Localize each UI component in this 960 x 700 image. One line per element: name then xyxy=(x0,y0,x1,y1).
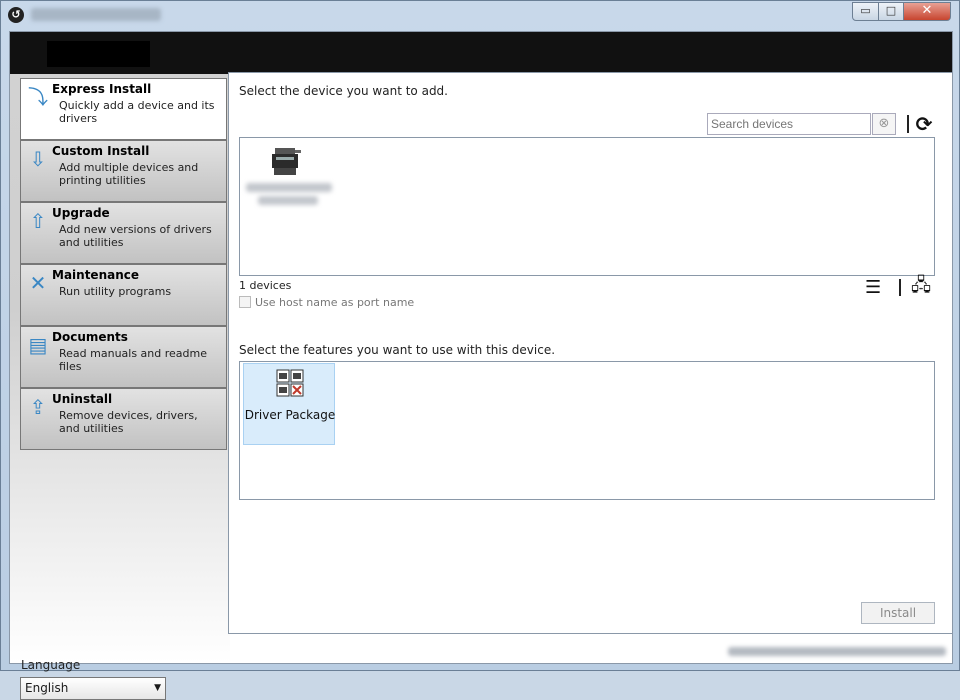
nav-description: Quickly add a device and its drivers xyxy=(59,99,215,125)
uninstall-icon: ⇪ xyxy=(29,395,47,419)
nav-express-install[interactable]: ⤵ Express Install Quickly add a device a… xyxy=(20,78,227,140)
nav-title: Custom Install xyxy=(52,144,150,158)
toolbar-divider xyxy=(907,115,909,133)
host-name-label: Use host name as port name xyxy=(255,296,415,309)
maintenance-tools-icon: ✕ xyxy=(29,271,47,295)
device-name-blurred xyxy=(246,183,332,192)
select-features-label: Select the features you want to use with… xyxy=(239,343,556,357)
nav-description: Remove devices, drivers, and utilities xyxy=(59,409,198,435)
window-title-blurred xyxy=(31,8,161,21)
printer-device[interactable] xyxy=(268,146,308,178)
nav-maintenance[interactable]: ✕ Maintenance Run utility programs xyxy=(20,264,227,326)
nav-description: Add new versions of drivers and utilitie… xyxy=(59,223,212,249)
list-view-icon[interactable]: ☰ xyxy=(865,278,881,298)
printer-icon xyxy=(272,148,301,175)
nav-upgrade[interactable]: ⇧ Upgrade Add new versions of drivers an… xyxy=(20,202,227,264)
language-value: English xyxy=(25,681,69,695)
back-arrow-circle-icon[interactable]: ↺ xyxy=(8,7,24,23)
install-button[interactable]: Install xyxy=(861,602,935,624)
language-select[interactable]: English ▼ xyxy=(20,677,166,700)
installer-window: ↺ ▭ □ ✕ ⤵ Express Install Quickly add a … xyxy=(0,0,960,700)
chevron-down-icon: ▼ xyxy=(154,683,161,693)
network-devices-icon[interactable]: 🖧 xyxy=(911,276,931,296)
minimize-button[interactable]: ▭ xyxy=(852,2,879,21)
clear-search-icon[interactable]: ⊗ xyxy=(872,113,896,135)
nav-title: Documents xyxy=(52,330,128,344)
maximize-button[interactable]: □ xyxy=(878,2,904,21)
nav-description: Run utility programs xyxy=(59,285,172,298)
custom-install-icon: ⇩ xyxy=(29,147,47,171)
feature-list[interactable]: Driver Package xyxy=(239,361,935,500)
title-bar[interactable]: ↺ ▭ □ ✕ xyxy=(1,1,959,29)
device-address-blurred xyxy=(258,196,318,205)
documents-icon: ▤ xyxy=(28,333,48,357)
devices-count: 1 devices xyxy=(239,279,292,292)
search-input[interactable] xyxy=(707,113,871,135)
device-list[interactable] xyxy=(239,137,935,276)
header-banner xyxy=(10,32,952,74)
navigation-pane: ⤵ Express Install Quickly add a device a… xyxy=(10,74,230,700)
upgrade-icon: ⇧ xyxy=(29,209,47,233)
nav-title: Maintenance xyxy=(52,268,140,282)
main-pane: Select the device you want to add. ⊗ ⟳ xyxy=(228,72,953,634)
feature-driver-package[interactable]: Driver Package xyxy=(243,363,335,445)
language-label: Language xyxy=(21,658,81,672)
nav-description: Add multiple devices and printing utilit… xyxy=(59,161,199,187)
feature-name: Driver Package xyxy=(244,408,336,422)
nav-custom-install[interactable]: ⇩ Custom Install Add multiple devices an… xyxy=(20,140,227,202)
express-install-icon: ⤵ xyxy=(28,85,48,109)
driver-package-icon xyxy=(276,369,304,397)
client-area: ⤵ Express Install Quickly add a device a… xyxy=(9,31,953,700)
nav-description: Read manuals and readme files xyxy=(59,347,208,373)
select-device-label: Select the device you want to add. xyxy=(239,84,448,98)
view-divider xyxy=(899,279,901,296)
nav-uninstall[interactable]: ⇪ Uninstall Remove devices, drivers, and… xyxy=(20,388,227,450)
refresh-icon[interactable]: ⟳ xyxy=(913,113,935,135)
version-info-blurred xyxy=(728,647,946,656)
nav-title: Uninstall xyxy=(52,392,113,406)
nav-title: Express Install xyxy=(52,82,152,96)
close-button[interactable]: ✕ xyxy=(903,2,951,21)
brand-logo xyxy=(47,41,150,67)
nav-title: Upgrade xyxy=(52,206,110,220)
host-name-checkbox[interactable] xyxy=(239,296,251,308)
nav-documents[interactable]: ▤ Documents Read manuals and readme file… xyxy=(20,326,227,388)
